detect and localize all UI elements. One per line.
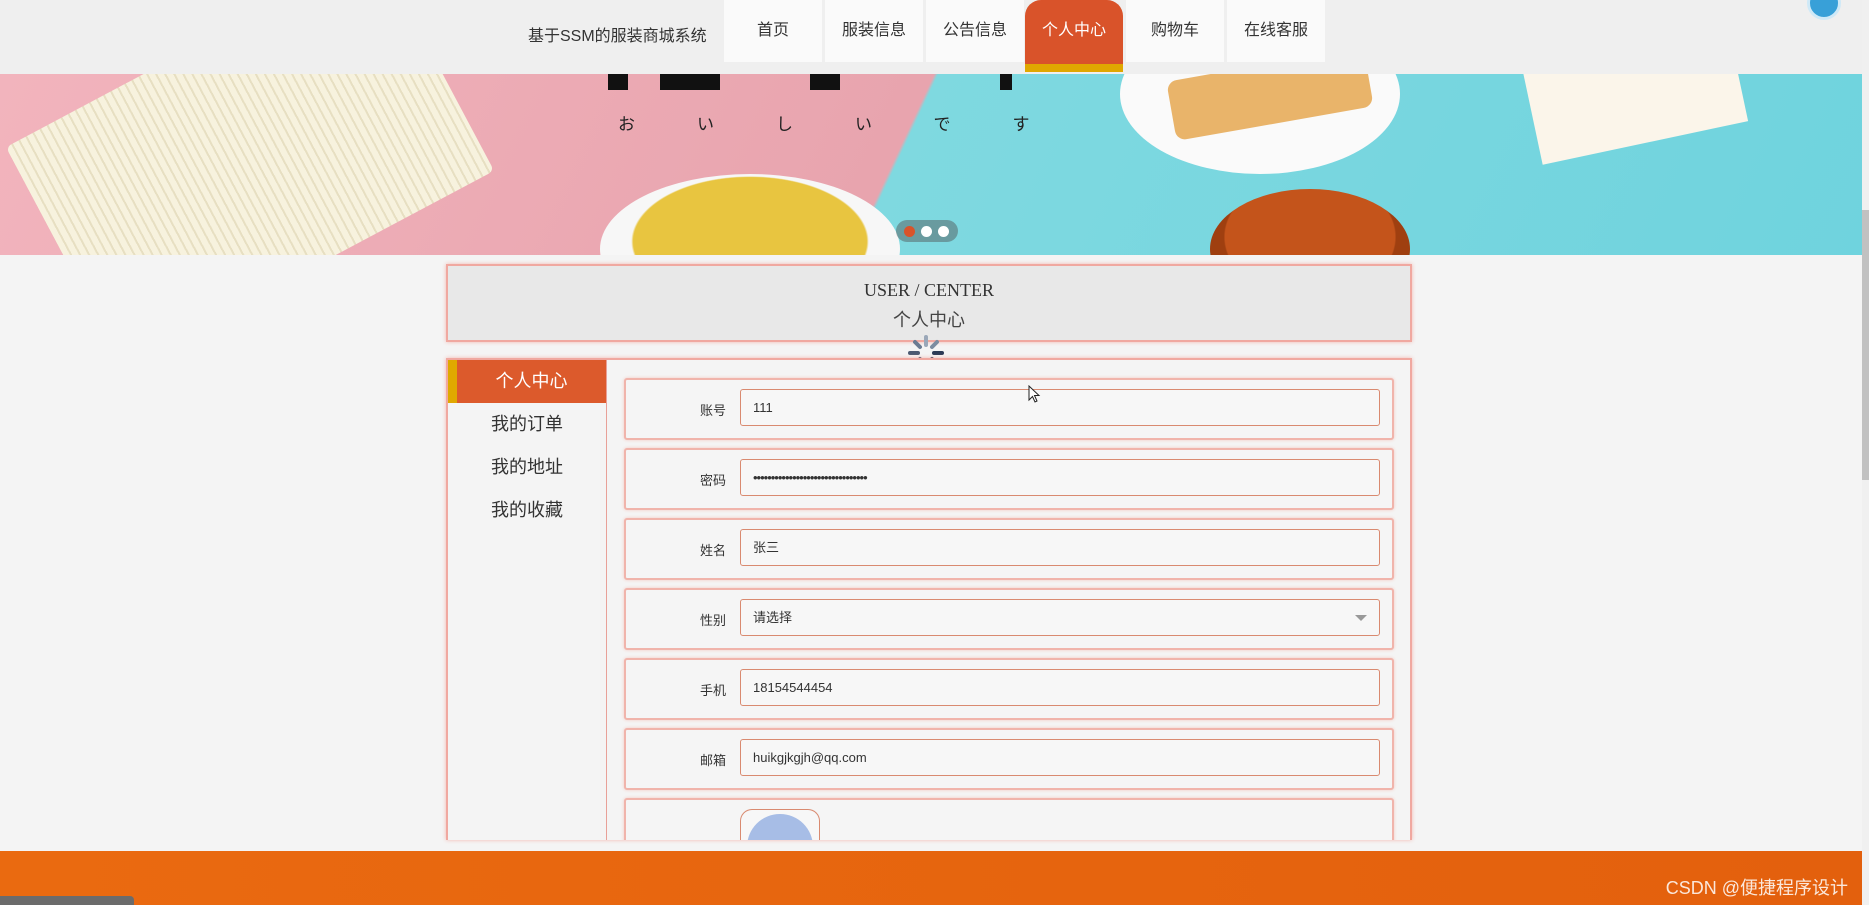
carousel-dot[interactable] bbox=[921, 226, 932, 237]
banner-kana-text: おいしいです bbox=[618, 115, 1092, 134]
scrollbar-thumb[interactable] bbox=[1862, 210, 1869, 480]
password-label: 密码 bbox=[699, 473, 726, 488]
form-row-phone: 手机 18154544454 bbox=[624, 658, 1394, 720]
nav-user-center[interactable]: 个人中心 bbox=[1025, 0, 1123, 72]
gender-select[interactable]: 请选择 bbox=[740, 599, 1380, 636]
sidebar-item-my-addresses[interactable]: 我的地址 bbox=[448, 446, 606, 489]
name-label: 姓名 bbox=[699, 543, 726, 558]
phone-input[interactable]: 18154544454 bbox=[740, 669, 1380, 706]
page-heading: USER / CENTER 个人中心 bbox=[446, 264, 1412, 342]
sidebar-item-my-orders[interactable]: 我的订单 bbox=[448, 403, 606, 446]
banner-decoration bbox=[1000, 74, 1012, 90]
footer: CSDN @便捷程序设计 bbox=[0, 851, 1862, 905]
mouse-cursor-icon bbox=[1028, 385, 1041, 403]
csdn-watermark: CSDN @便捷程序设计 bbox=[1665, 878, 1848, 898]
nav-cart[interactable]: 购物车 bbox=[1126, 0, 1224, 62]
page-scrollbar[interactable] bbox=[1862, 0, 1869, 905]
email-input[interactable]: huikgjkgjh@qq.com bbox=[740, 739, 1380, 776]
banner-decoration bbox=[660, 74, 720, 90]
spoon-image bbox=[1210, 189, 1410, 255]
phone-label: 手机 bbox=[699, 683, 726, 698]
user-center-panel: 个人中心 我的订单 我的地址 我的收藏 账号 111 密码 ••••••••••… bbox=[446, 358, 1412, 840]
avatar bbox=[747, 814, 813, 840]
chevron-down-icon bbox=[1355, 615, 1367, 621]
user-sidebar: 个人中心 我的订单 我的地址 我的收藏 bbox=[448, 360, 607, 840]
top-navbar: 基于SSM的服装商城系统 首页 服装信息 公告信息 个人中心 购物车 在线客服 bbox=[0, 0, 1869, 74]
status-bar-tooltip bbox=[0, 896, 134, 905]
gender-select-value: 请选择 bbox=[753, 610, 793, 625]
banner-decoration bbox=[810, 74, 840, 90]
form-row-account: 账号 111 bbox=[624, 378, 1394, 440]
banner-carousel: おいしいです bbox=[0, 74, 1862, 255]
banner-decoration bbox=[608, 74, 628, 90]
nav-home[interactable]: 首页 bbox=[724, 0, 822, 62]
name-input[interactable]: 张三 bbox=[740, 529, 1380, 566]
paper-image bbox=[1521, 74, 1749, 165]
carousel-indicator bbox=[896, 220, 958, 242]
floating-assistant-icon[interactable] bbox=[1807, 0, 1841, 20]
nav-clothing-info[interactable]: 服装信息 bbox=[825, 0, 923, 62]
carousel-dot[interactable] bbox=[904, 226, 915, 237]
page-title-cn: 个人中心 bbox=[893, 310, 965, 330]
nav-online-service[interactable]: 在线客服 bbox=[1227, 0, 1325, 62]
sidebar-item-my-favorites[interactable]: 我的收藏 bbox=[448, 489, 606, 532]
avatar-upload[interactable] bbox=[740, 809, 820, 840]
account-input[interactable]: 111 bbox=[740, 389, 1380, 426]
site-title: 基于SSM的服装商城系统 bbox=[528, 28, 707, 45]
account-label: 账号 bbox=[699, 403, 726, 418]
form-row-avatar bbox=[624, 798, 1394, 840]
bowl-image bbox=[600, 174, 900, 255]
form-row-gender: 性别 请选择 bbox=[624, 588, 1394, 650]
noodles-image bbox=[5, 74, 495, 255]
form-row-name: 姓名 张三 bbox=[624, 518, 1394, 580]
email-label: 邮箱 bbox=[699, 753, 726, 768]
carousel-dot[interactable] bbox=[938, 226, 949, 237]
nav-announcements[interactable]: 公告信息 bbox=[926, 0, 1024, 62]
page-title-en: USER / CENTER bbox=[863, 280, 994, 300]
form-row-password: 密码 •••••••••••••••••••••••••••••••• bbox=[624, 448, 1394, 510]
sidebar-item-user-center[interactable]: 个人中心 bbox=[448, 360, 606, 403]
gender-label: 性别 bbox=[699, 613, 726, 628]
password-input[interactable]: •••••••••••••••••••••••••••••••• bbox=[740, 459, 1380, 496]
form-row-email: 邮箱 huikgjkgjh@qq.com bbox=[624, 728, 1394, 790]
